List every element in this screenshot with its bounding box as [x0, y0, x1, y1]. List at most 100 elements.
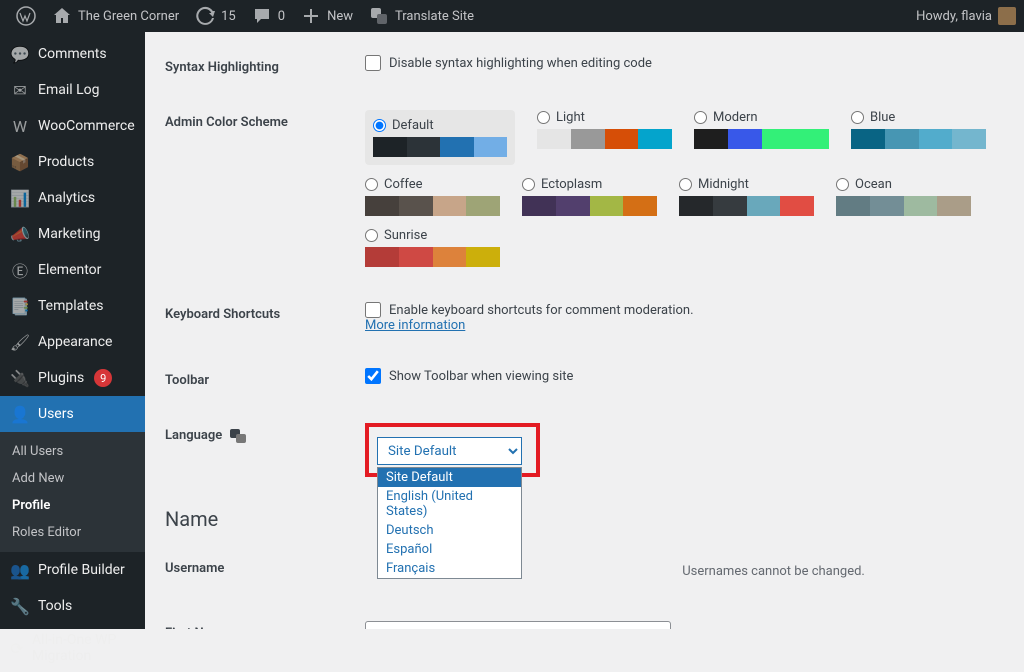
translate-icon [230, 429, 246, 443]
swatch [836, 196, 971, 216]
menu-icon: 📊 [10, 188, 30, 208]
sidebar-item-plugins[interactable]: 🔌Plugins9 [0, 360, 145, 396]
menu-icon: 🖌 [10, 332, 30, 352]
keyboard-checkbox-label[interactable]: Enable keyboard shortcuts for comment mo… [365, 302, 994, 318]
sidebar-item-marketing[interactable]: 📣Marketing [0, 216, 145, 252]
swatch [365, 196, 500, 216]
firstname-input[interactable] [365, 621, 671, 629]
sidebar-item-all-in-one-wp-migration[interactable]: ⟳All-in-One WP Migration [0, 624, 145, 672]
color-schemes: Default Light Modern Blue Coffee Ectoplasm Mid… [365, 110, 994, 267]
translate-label: Translate Site [395, 9, 474, 24]
refresh-icon [195, 6, 215, 26]
update-badge: 9 [94, 369, 112, 387]
lang-option[interactable]: Français [378, 559, 521, 578]
lang-option[interactable]: Español [378, 540, 521, 559]
scheme-coffee[interactable]: Coffee [365, 177, 500, 216]
keyboard-more-link[interactable]: More information [365, 318, 465, 333]
home-icon [52, 6, 72, 26]
translate-icon [369, 6, 389, 26]
swatch [694, 129, 829, 149]
username-label: Username [165, 541, 365, 606]
sidebar-item-profile-builder[interactable]: 👥Profile Builder [0, 552, 145, 588]
sidebar-item-elementor[interactable]: ⒺElementor [0, 252, 145, 288]
toolbar-checkbox-label[interactable]: Show Toolbar when viewing site [365, 368, 994, 384]
submenu-add-new[interactable]: Add New [0, 465, 145, 492]
admin-sidebar: 💬Comments✉Email LogWWooCommerce📦Products… [0, 32, 145, 629]
plus-icon [301, 6, 321, 26]
site-home-link[interactable]: The Green Corner [44, 0, 187, 32]
syntax-checkbox[interactable] [365, 55, 381, 71]
menu-icon: 🔧 [10, 596, 30, 616]
scheme-radio[interactable] [522, 178, 535, 191]
language-highlight: Site Default Site DefaultEnglish (United… [365, 423, 540, 477]
scheme-default[interactable]: Default [365, 110, 515, 165]
swatch [522, 196, 657, 216]
scheme-radio[interactable] [851, 111, 864, 124]
swatch [679, 196, 814, 216]
sidebar-item-appearance[interactable]: 🖌Appearance [0, 324, 145, 360]
language-label: Language [165, 408, 365, 497]
users-submenu: All UsersAdd NewProfileRoles Editor [0, 432, 145, 552]
sidebar-item-woocommerce[interactable]: WWooCommerce [0, 108, 145, 144]
comment-icon [252, 6, 272, 26]
howdy-text: Howdy, flavia [916, 9, 992, 24]
sidebar-item-templates[interactable]: 📑Templates [0, 288, 145, 324]
scheme-ocean[interactable]: Ocean [836, 177, 971, 216]
syntax-checkbox-label[interactable]: Disable syntax highlighting when editing… [365, 55, 994, 71]
swatch [365, 247, 500, 267]
content-area: Syntax Highlighting Disable syntax highl… [145, 32, 1024, 629]
name-heading: Name [165, 507, 1004, 531]
scheme-ectoplasm[interactable]: Ectoplasm [522, 177, 657, 216]
scheme-radio[interactable] [537, 111, 550, 124]
scheme-blue[interactable]: Blue [851, 110, 986, 165]
submenu-profile[interactable]: Profile [0, 492, 145, 519]
menu-icon: ✉ [10, 80, 30, 100]
sidebar-item-comments[interactable]: 💬Comments [0, 36, 145, 72]
keyboard-label: Keyboard Shortcuts [165, 287, 365, 353]
scheme-radio[interactable] [694, 111, 707, 124]
lang-option[interactable]: Deutsch [378, 521, 521, 540]
scheme-midnight[interactable]: Midnight [679, 177, 814, 216]
scheme-radio[interactable] [365, 229, 378, 242]
menu-icon: 📦 [10, 152, 30, 172]
sidebar-item-users[interactable]: 👤Users [0, 396, 145, 432]
lang-option[interactable]: English (United States) [378, 487, 521, 521]
updates-link[interactable]: 15 [187, 0, 244, 32]
lang-option[interactable]: Site Default [378, 468, 521, 487]
menu-icon: Ⓔ [10, 260, 30, 280]
scheme-radio[interactable] [836, 178, 849, 191]
syntax-label: Syntax Highlighting [165, 40, 365, 95]
sidebar-item-analytics[interactable]: 📊Analytics [0, 180, 145, 216]
submenu-roles-editor[interactable]: Roles Editor [0, 519, 145, 546]
scheme-label: Admin Color Scheme [165, 95, 365, 287]
comments-link[interactable]: 0 [244, 0, 293, 32]
scheme-radio[interactable] [679, 178, 692, 191]
translate-link[interactable]: Translate Site [361, 0, 482, 32]
language-select[interactable]: Site Default [377, 437, 522, 465]
submenu-all-users[interactable]: All Users [0, 438, 145, 465]
avatar [998, 7, 1016, 25]
language-dropdown: Site DefaultEnglish (United States)Deuts… [377, 467, 522, 579]
keyboard-checkbox[interactable] [365, 302, 381, 318]
scheme-radio[interactable] [373, 119, 386, 132]
comments-count: 0 [278, 9, 285, 24]
sidebar-item-email-log[interactable]: ✉Email Log [0, 72, 145, 108]
scheme-modern[interactable]: Modern [694, 110, 829, 165]
sidebar-item-products[interactable]: 📦Products [0, 144, 145, 180]
new-link[interactable]: New [293, 0, 361, 32]
scheme-light[interactable]: Light [537, 110, 672, 165]
account-menu[interactable]: Howdy, flavia [916, 7, 1016, 25]
admin-bar: The Green Corner 15 0 New Translate Site… [0, 0, 1024, 32]
wp-logo[interactable] [8, 0, 44, 32]
firstname-label: First Name [165, 606, 365, 629]
menu-icon: 🔌 [10, 368, 30, 388]
swatch [373, 137, 507, 157]
toolbar-label: Toolbar [165, 353, 365, 408]
site-name: The Green Corner [78, 9, 179, 24]
menu-icon: ⟳ [10, 638, 24, 658]
scheme-sunrise[interactable]: Sunrise [365, 228, 500, 267]
scheme-radio[interactable] [365, 178, 378, 191]
toolbar-checkbox[interactable] [365, 368, 381, 384]
sidebar-item-tools[interactable]: 🔧Tools [0, 588, 145, 624]
updates-count: 15 [221, 9, 236, 24]
